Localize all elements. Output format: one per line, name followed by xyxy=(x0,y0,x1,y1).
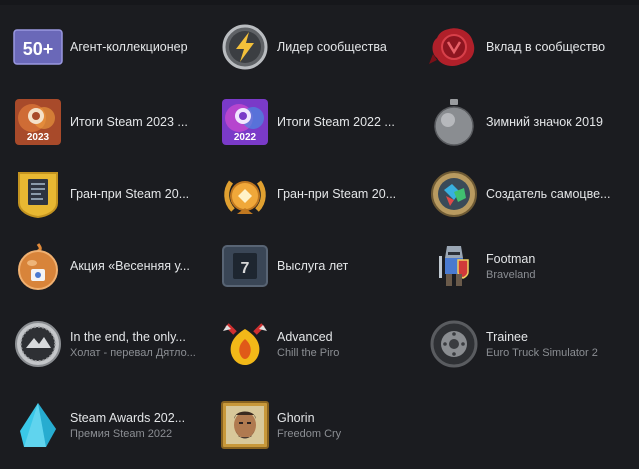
badge-steam-replay-2022[interactable]: 2022 Итоги Steam 2022 ... xyxy=(219,96,419,148)
badge-kholat[interactable]: In the end, the only... Холат - перевал … xyxy=(12,318,212,370)
badge-steam-replay-2023[interactable]: 2023 Итоги Steam 2023 ... xyxy=(12,96,212,148)
badge-steam-awards[interactable]: Steam Awards 202... Премия Steam 2022 xyxy=(12,399,212,451)
kholat-coin-icon xyxy=(12,318,64,370)
badge-game: Холат - перевал Дятло... xyxy=(70,346,196,359)
badge-spring-sale[interactable]: Акция «Весенняя у... xyxy=(12,240,212,292)
badge-game: Chill the Piro xyxy=(277,346,340,359)
badge-grand-prix-a[interactable]: Гран-при Steam 20... xyxy=(12,168,212,220)
badge-grand-prix-b[interactable]: Гран-при Steam 20... xyxy=(219,168,419,220)
svg-text:7: 7 xyxy=(241,260,250,277)
badge-title: Итоги Steam 2023 ... xyxy=(70,115,188,129)
truck-wheel-icon xyxy=(428,318,480,370)
badge-title: Footman xyxy=(486,251,536,266)
steam-2022-icon: 2022 xyxy=(219,96,271,148)
badge-title: Создатель самоцве... xyxy=(486,187,611,201)
badge-game: Euro Truck Simulator 2 xyxy=(486,346,598,359)
badge-title: Advanced xyxy=(277,329,333,344)
badge-title: Акция «Весенняя у... xyxy=(70,259,190,273)
badge-community-leader[interactable]: Лидер сообщества xyxy=(219,21,419,73)
wax-seal-icon xyxy=(428,21,480,73)
badge-community-contributor[interactable]: Вклад в сообщество xyxy=(428,21,628,73)
ornament-icon xyxy=(428,96,480,148)
grand-prix-card-icon xyxy=(12,168,64,220)
badge-gem-creator[interactable]: Создатель самоцве... xyxy=(428,168,628,220)
badge-title: Гран-при Steam 20... xyxy=(70,187,190,201)
badge-years-of-service[interactable]: 7 Выслуга лет xyxy=(219,240,419,292)
top-strip xyxy=(0,0,639,5)
badge-advanced[interactable]: Advanced Chill the Piro xyxy=(219,318,419,370)
badge-game: Премия Steam 2022 xyxy=(70,427,173,440)
spring-sale-icon xyxy=(12,240,64,292)
badge-ghorin[interactable]: Ghorin Freedom Cry xyxy=(219,399,419,451)
badge-winter-2019[interactable]: Зимний значок 2019 xyxy=(428,96,628,148)
badge-footman[interactable]: Footman Braveland xyxy=(428,240,628,292)
badge-title: Агент-коллекционер xyxy=(70,40,188,54)
badge-title: Вклад в сообщество xyxy=(486,40,606,54)
badge-title: Trainee xyxy=(486,329,528,344)
badge-title: Steam Awards 202... xyxy=(70,410,186,425)
badge-title: Ghorin xyxy=(277,410,315,425)
steam-2023-icon: 2023 xyxy=(12,96,64,148)
fire-helmet-icon xyxy=(219,318,271,370)
badge-title: In the end, the only... xyxy=(70,329,186,344)
years-of-service-icon: 7 xyxy=(219,240,271,292)
badge-game: Freedom Cry xyxy=(277,427,342,440)
badge-title: Гран-при Steam 20... xyxy=(277,187,397,201)
badge-title: Зимний значок 2019 xyxy=(486,115,603,129)
badge-game: Braveland xyxy=(486,268,536,281)
steam-awards-crystal-icon xyxy=(12,399,64,451)
svg-text:2023: 2023 xyxy=(27,132,50,143)
ghorin-portrait-icon xyxy=(219,399,271,451)
svg-text:2022: 2022 xyxy=(234,132,257,143)
badge-collector[interactable]: 50+ Агент-коллекционер xyxy=(12,21,212,73)
badge-title: Лидер сообщества xyxy=(277,40,387,54)
svg-text:50+: 50+ xyxy=(23,39,54,59)
badge-title: Итоги Steam 2022 ... xyxy=(277,115,395,129)
collector-50-icon: 50+ xyxy=(12,21,64,73)
grand-prix-laurel-icon xyxy=(219,168,271,220)
lightning-icon xyxy=(219,21,271,73)
gem-creator-icon xyxy=(428,168,480,220)
badge-trainee[interactable]: Trainee Euro Truck Simulator 2 xyxy=(428,318,628,370)
footman-knight-icon xyxy=(428,240,480,292)
badge-title: Выслуга лет xyxy=(277,259,349,273)
